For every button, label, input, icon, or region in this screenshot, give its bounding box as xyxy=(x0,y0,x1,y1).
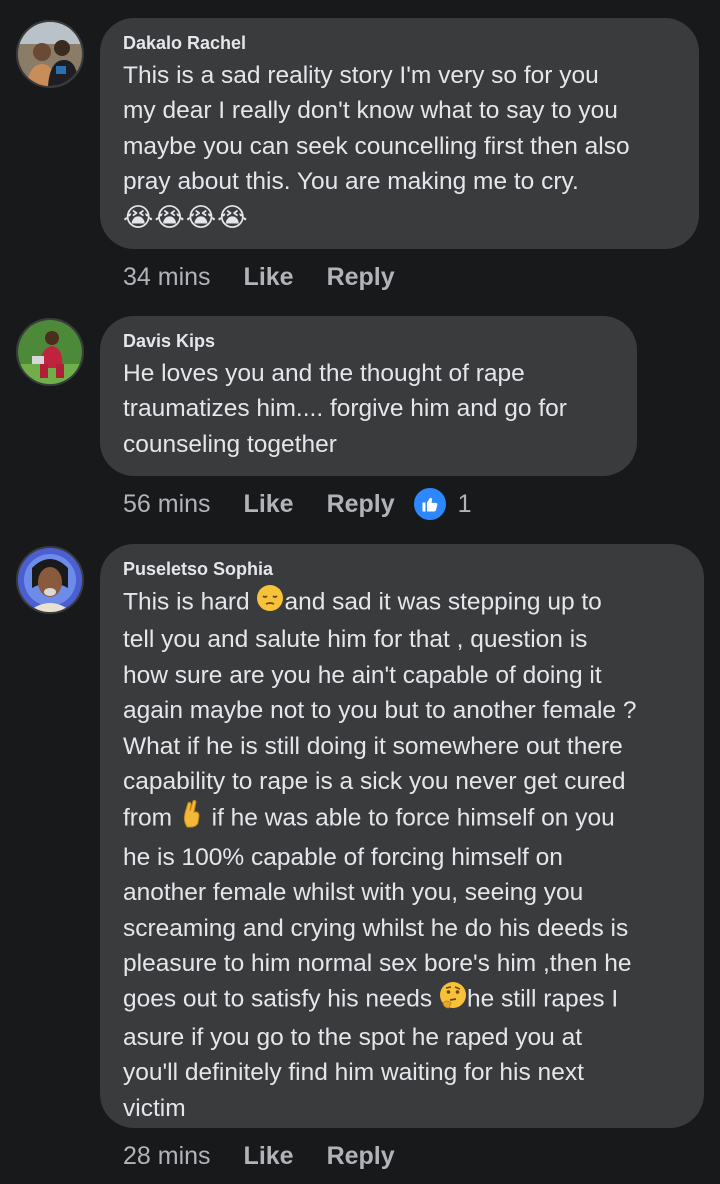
comment-line: counseling together xyxy=(123,430,337,458)
comment-author[interactable]: Davis Kips xyxy=(123,330,615,352)
comment-line: traumatizes him.... forgive him and go f… xyxy=(123,395,567,423)
comment-line: tell you and salute him for that , quest… xyxy=(123,626,588,654)
comment-bubble: Dakalo Rachel This is a sad reality stor… xyxy=(100,18,699,249)
comment-line: he still rapes I xyxy=(466,986,619,1014)
thinking-face-icon xyxy=(439,981,467,1019)
comment-bubble: Davis Kips He loves you and the thought … xyxy=(100,316,637,476)
reaction-summary[interactable]: 1 xyxy=(411,486,472,522)
comment-line: He loves you and the thought of rape xyxy=(123,360,525,387)
comment-line: What if he is still doing it somewhere o… xyxy=(123,732,623,760)
comment-timestamp[interactable]: 34 mins xyxy=(123,263,211,292)
comment-actions: 34 mins Like Reply xyxy=(123,262,428,292)
comment-line: another female whilst with you, seeing y… xyxy=(123,879,584,907)
comment-line: from xyxy=(123,805,172,833)
comment-line: victim xyxy=(123,1094,186,1122)
comment-line: goes out to satisfy his needs xyxy=(123,986,433,1014)
reply-button[interactable]: Reply xyxy=(327,490,395,519)
comment-text: He loves you and the thought of rape tra… xyxy=(123,356,615,462)
comment-actions: 28 mins Like Reply xyxy=(123,1141,428,1171)
comment-author[interactable]: Puseletso Sophia xyxy=(123,558,682,580)
comment-timestamp[interactable]: 56 mins xyxy=(123,490,211,519)
crossed-fingers-icon xyxy=(179,799,205,839)
reaction-count: 1 xyxy=(457,489,472,518)
crying-emoji-line: 😭😭😭😭 xyxy=(123,201,249,232)
avatar[interactable] xyxy=(16,318,84,386)
comment-text: This is hard and sad it was stepping up … xyxy=(123,584,682,1126)
like-thumb-icon xyxy=(411,486,448,522)
avatar[interactable] xyxy=(16,546,84,614)
comment-actions: 56 mins Like Reply 1 xyxy=(123,486,472,522)
comment-author[interactable]: Dakalo Rachel xyxy=(123,32,677,54)
comment-line: capability to rape is a sick you never g… xyxy=(123,768,626,796)
reply-button[interactable]: Reply xyxy=(327,263,395,292)
comment-timestamp[interactable]: 28 mins xyxy=(123,1142,211,1171)
avatar[interactable] xyxy=(16,20,84,88)
comment-line: he is 100% capable of forcing himself on xyxy=(123,843,563,871)
comment-line: again maybe not to you but to another fe… xyxy=(123,697,637,725)
comment-line: and sad it was stepping up to xyxy=(284,588,602,616)
comment-text: This is a sad reality story I'm very so … xyxy=(123,58,677,236)
comment-line: pleasure to him normal sex bore's him ,t… xyxy=(123,950,632,978)
comment-line: you'll definitely find him waiting for h… xyxy=(123,1059,584,1087)
comment-line: if he was able to force himself on you xyxy=(211,805,615,833)
comment-line: This is hard xyxy=(123,588,250,616)
comment-line: my dear I really don't know what to say … xyxy=(123,97,618,125)
reply-button[interactable]: Reply xyxy=(327,1142,395,1171)
like-button[interactable]: Like xyxy=(244,1142,294,1171)
like-button[interactable]: Like xyxy=(244,263,294,292)
comment-line: pray about this. You are making me to cr… xyxy=(123,168,579,196)
comment-line: asure if you go to the spot he raped you… xyxy=(123,1023,583,1051)
comment-line: screaming and crying whilst he do his de… xyxy=(123,914,629,942)
pensive-face-icon xyxy=(256,584,284,622)
comment-bubble: Puseletso Sophia This is hard and sad it… xyxy=(100,544,704,1128)
like-button[interactable]: Like xyxy=(244,490,294,519)
comment-line: maybe you can seek councelling first the… xyxy=(123,132,630,160)
comment-line: how sure are you he ain't capable of doi… xyxy=(123,661,602,689)
comment-line: This is a sad reality story I'm very so … xyxy=(123,62,599,89)
